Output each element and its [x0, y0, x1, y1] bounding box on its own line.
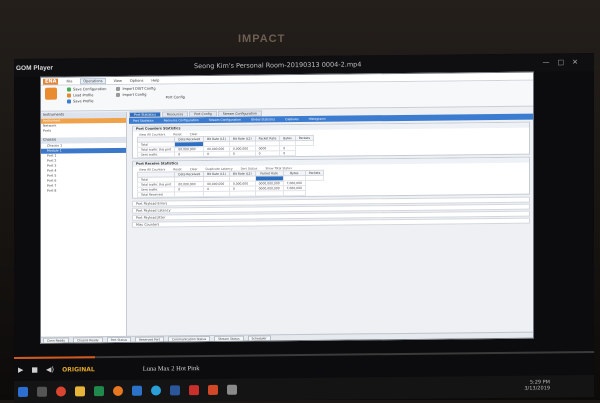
port-receive-section: Port Receive Statistics View All Counter… [132, 156, 530, 199]
toolbar-item[interactable]: Global Statistics [251, 117, 275, 121]
app-window: ENA File Operations View Options Help Sa… [40, 71, 534, 344]
tab-port-statistics[interactable]: Port Statistics [129, 111, 161, 118]
view-all-counters-checkbox[interactable]: View All Counters [139, 132, 165, 136]
excel-icon[interactable] [94, 386, 104, 397]
status-item[interactable]: Conn Ready [43, 336, 69, 344]
toolbar-item[interactable]: Resource Configuration [164, 118, 199, 122]
status-item[interactable]: Stream Status [214, 335, 244, 342]
close-button[interactable]: ✕ [572, 58, 578, 66]
receive-table: Data Received Bit Rate (L1) Bit Rate (L2… [137, 170, 324, 198]
chrome-icon[interactable] [56, 386, 66, 397]
port-counters-section: Port Counters Statistics View All Counte… [132, 121, 530, 159]
column-header: Data Received [174, 171, 204, 177]
import-dist-config-button[interactable]: Import DIST Config [116, 86, 156, 91]
windows-icon[interactable] [18, 386, 28, 397]
player-title: Seong Kim's Personal Room-20190313 0004-… [194, 60, 362, 71]
sort-status-button[interactable]: Sort Status [241, 166, 258, 170]
monitor: GOM Player Seong Kim's Personal Room-201… [14, 52, 594, 403]
taskbar: 5:29 PM 3/13/2019 [14, 374, 594, 403]
toolbar-item[interactable]: Stream Configuration [209, 118, 241, 122]
player-controls: ▶ ■ ◀) ORIGINAL Luna Max 2 Hot Pink [14, 357, 594, 377]
status-item[interactable]: Port Status [106, 336, 132, 343]
column-header: Packet Rate [255, 135, 280, 142]
search-icon[interactable] [37, 386, 47, 397]
pane-row-ports[interactable]: Ports [41, 128, 126, 134]
now-playing-label: Luna Max 2 Hot Pink [142, 364, 200, 373]
save-icon [67, 87, 71, 92]
minimize-button[interactable]: — [543, 58, 550, 66]
pdf-icon[interactable] [189, 385, 199, 396]
clock-date: 3/13/2019 [524, 385, 550, 392]
word-icon[interactable] [170, 385, 180, 396]
ribbon-group-2: Import DIST Config Import Config [116, 86, 156, 108]
media-icon[interactable] [227, 384, 237, 395]
import-icon [116, 86, 121, 91]
maximize-button[interactable]: □ [558, 58, 565, 66]
main-panel: Port Statistics Resources Port Config St… [129, 108, 533, 344]
save-profile-button[interactable]: Save Profile [67, 99, 106, 104]
column-header: Bit Rate (L2) [229, 136, 256, 142]
play-icon[interactable]: ▶ [18, 366, 23, 374]
profile-icon [67, 99, 71, 104]
tab-operations[interactable]: Operations [80, 77, 106, 84]
player-logo: GOM Player [16, 64, 53, 72]
clear-button[interactable]: Clear [190, 167, 198, 171]
port-config-button[interactable]: Port Config [166, 86, 185, 107]
counters-table: Data Received Bit Rate (L1) Bit Rate (L2… [137, 135, 314, 158]
status-item[interactable]: Scheduler [247, 334, 271, 342]
save-configuration-button[interactable]: Save Configuration [67, 87, 106, 92]
skype-icon[interactable] [151, 385, 161, 396]
stop-icon[interactable]: ■ [31, 366, 38, 374]
duplicate-latency-checkbox[interactable]: Duplicate Latency [206, 166, 233, 170]
show-total-status-button[interactable]: Show Total Status [265, 166, 292, 170]
port-config-icon[interactable] [45, 87, 57, 100]
load-profile-button[interactable]: Load Profile [67, 93, 106, 98]
import-icon [116, 92, 121, 97]
toolbar-item[interactable]: Histograms [309, 117, 326, 121]
tab-resources[interactable]: Resources [161, 111, 189, 118]
wall-sign: IMPACT [238, 33, 286, 45]
column-header: Bit Rate (L1) [203, 136, 230, 142]
tab-file[interactable]: File [66, 79, 72, 83]
app-logo: ENA [43, 78, 59, 85]
window-controls: — □ ✕ [543, 58, 579, 66]
ribbon: Save Configuration Load Profile Save Pro… [41, 80, 533, 112]
toolbar-item[interactable]: Captures [285, 117, 299, 121]
status-item[interactable]: Chassis Ready [73, 336, 103, 343]
volume-icon[interactable]: ◀) [46, 366, 54, 374]
toolbar-item[interactable]: Port Statistics [133, 119, 154, 123]
tab-help[interactable]: Help [151, 78, 159, 82]
ribbon-group-1: Save Configuration Load Profile Save Pro… [67, 87, 106, 108]
seek-bar-fill [14, 356, 96, 360]
column-header: Bit Rate (L2) [229, 171, 256, 177]
chassis-tree: Chassis Chassis 1 Module 1 Port 1 Port 2… [41, 136, 126, 194]
taskbar-clock[interactable]: 5:29 PM 3/13/2019 [524, 379, 550, 391]
tab-port-config[interactable]: Port Config [189, 110, 217, 118]
column-header: Bit Rate (L1) [203, 171, 230, 177]
reset-button[interactable]: Reset [173, 167, 181, 171]
tab-stream-configuration[interactable]: Stream Configuration [217, 110, 262, 117]
status-item[interactable]: Communication Status [167, 335, 211, 342]
brand-label: ORIGINAL [62, 365, 95, 374]
left-pane: Instruments Instrument Network Ports Cha… [41, 111, 127, 344]
clear-button[interactable]: Clear [190, 132, 198, 136]
view-all-counters-checkbox[interactable]: View All Counters [139, 167, 165, 171]
firefox-icon[interactable] [113, 385, 123, 397]
import-config-button[interactable]: Import Config [116, 93, 155, 97]
powerpoint-icon[interactable] [208, 384, 218, 396]
tree-item[interactable]: Port 8 [41, 188, 126, 194]
column-header: Data Received [174, 136, 204, 142]
load-icon [67, 93, 71, 98]
status-item[interactable]: Reserved Port [135, 335, 164, 343]
reset-button[interactable]: Reset [173, 132, 181, 136]
tab-view[interactable]: View [114, 78, 122, 82]
folder-icon[interactable] [75, 386, 85, 397]
tab-options[interactable]: Options [130, 78, 144, 82]
outlook-icon[interactable] [132, 385, 142, 396]
table-row[interactable]: Total Received [137, 190, 324, 198]
photo-background: IMPACT GOM Player Seong Kim's Personal R… [0, 0, 600, 403]
